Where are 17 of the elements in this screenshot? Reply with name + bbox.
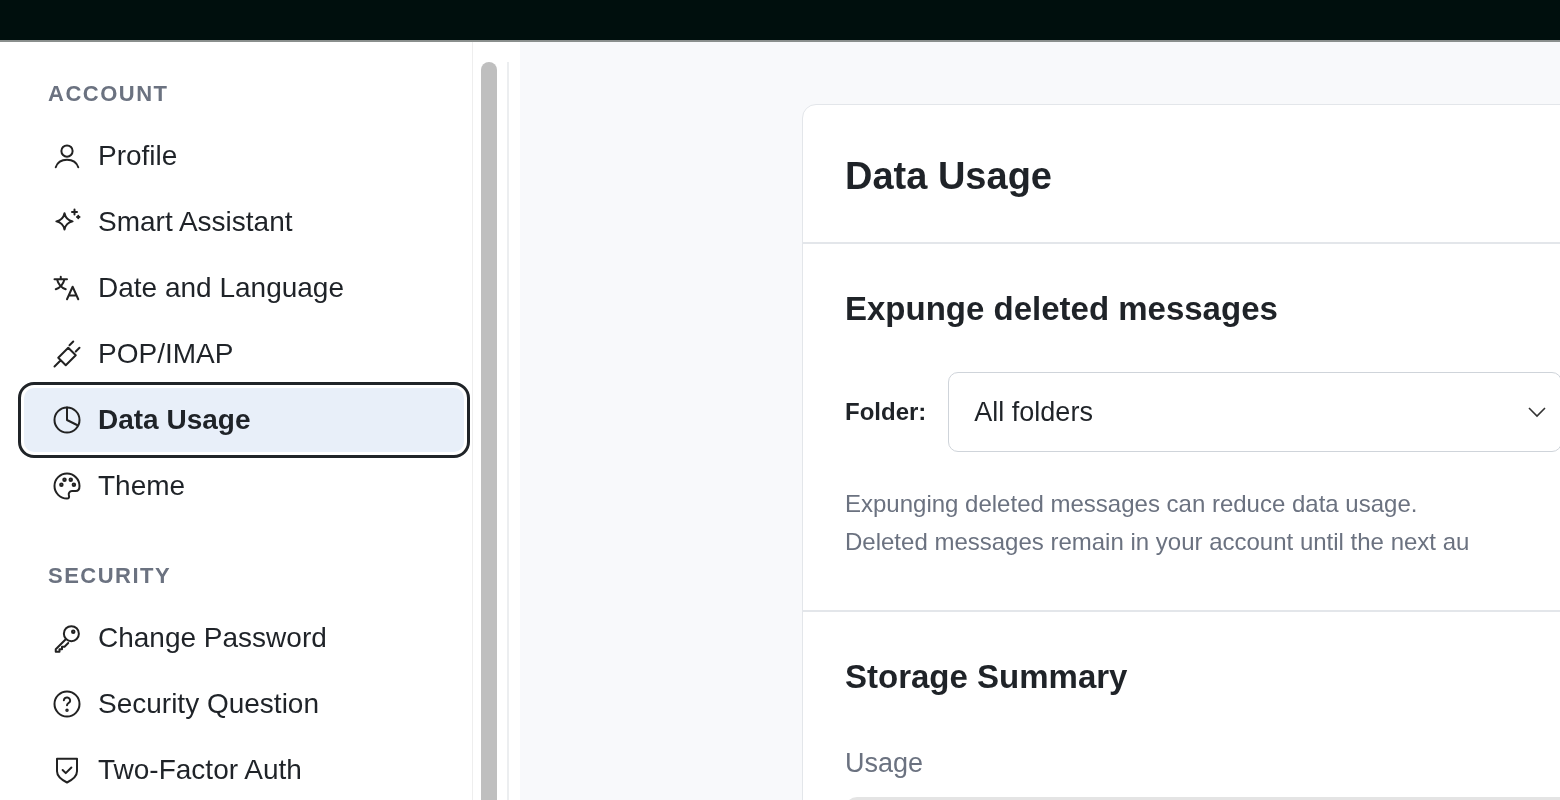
sidebar-item[interactable]: Profile: [24, 124, 464, 188]
sidebar-item[interactable]: Date and Language: [24, 256, 464, 320]
help-text: Expunging deleted messages can reduce data usage.: [845, 489, 1419, 519]
help-text: Deleted messages remain in your account until the next au: [845, 527, 1471, 557]
section-heading: SECURITY: [48, 562, 173, 590]
sidebar-item[interactable]: Change Password: [24, 606, 464, 670]
section-title: Expunge deleted messages: [845, 290, 1279, 328]
section-title: Storage Summary: [845, 658, 1129, 696]
sidebar-item[interactable]: Smart Assistant: [24, 190, 464, 254]
sidebar-item[interactable]: Theme: [24, 454, 464, 518]
card-title: Data Usage: [844, 154, 1053, 199]
usage-label: Usage: [845, 748, 925, 779]
sidebar-item[interactable]: Two-Factor Auth: [24, 738, 464, 800]
section-heading: ACCOUNT: [48, 80, 170, 108]
field-label: Folder:: [845, 398, 927, 426]
sidebar-item[interactable]: Security Question: [24, 672, 464, 736]
sidebar-item[interactable]: POP/IMAP: [24, 322, 464, 386]
